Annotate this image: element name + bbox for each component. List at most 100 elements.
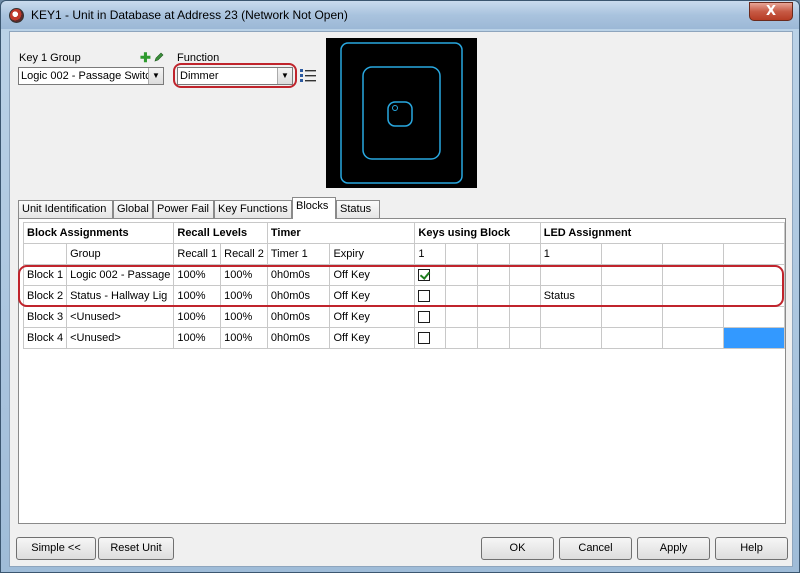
tab-power-fail[interactable]: Power Fail — [153, 200, 214, 219]
group-cell[interactable]: Logic 002 - Passage — [66, 264, 175, 286]
led-cell[interactable] — [723, 306, 785, 328]
group-cell[interactable]: <Unused> — [66, 327, 175, 349]
led-cell[interactable] — [723, 285, 785, 307]
key1-cell[interactable] — [414, 306, 447, 328]
key1-col-header: 1 — [414, 243, 447, 265]
led1-col-header: 1 — [539, 243, 603, 265]
led-cell[interactable] — [662, 327, 725, 349]
tab-blocks[interactable]: Blocks — [292, 197, 336, 219]
key1-checkbox[interactable] — [418, 332, 431, 345]
key1-checkbox[interactable] — [418, 269, 431, 282]
chevron-down-icon[interactable]: ▼ — [148, 68, 163, 84]
led-cell[interactable] — [723, 264, 785, 286]
led-color-swatch[interactable] — [723, 327, 785, 349]
pencil-icon[interactable] — [154, 52, 164, 62]
timer1-cell[interactable]: 0h0m0s — [266, 327, 331, 349]
key-cell[interactable] — [508, 264, 541, 286]
group-col-header: Group — [66, 243, 175, 265]
dialog-client-area: Key 1 Group ✚ Logic 002 - Passage Switch… — [9, 31, 793, 567]
block-name-cell: Block 4 — [22, 327, 68, 349]
led-col-header — [601, 243, 664, 265]
key1-cell[interactable] — [414, 285, 447, 307]
help-button[interactable]: Help — [715, 537, 788, 560]
table-row[interactable]: Block 1 Logic 002 - Passage 100% 100% 0h… — [22, 264, 785, 286]
led-cell[interactable] — [662, 306, 725, 328]
timer1-cell[interactable]: 0h0m0s — [266, 264, 331, 286]
key-col-header — [445, 243, 479, 265]
key-cell[interactable] — [445, 327, 479, 349]
list-icon[interactable] — [300, 69, 316, 83]
expiry-cell[interactable]: Off Key — [329, 285, 416, 307]
led-cell[interactable] — [601, 285, 664, 307]
block-name-cell: Block 1 — [22, 264, 68, 286]
tab-unit-identification[interactable]: Unit Identification — [18, 200, 113, 219]
key-cell[interactable] — [445, 306, 479, 328]
simple-button[interactable]: Simple << — [16, 537, 96, 560]
recall2-col-header: Recall 2 — [220, 243, 268, 265]
led-col-header — [662, 243, 725, 265]
plus-icon[interactable]: ✚ — [140, 51, 151, 64]
recall1-cell[interactable]: 100% — [173, 306, 222, 328]
table-row[interactable]: Block 2 Status - Hallway Lig 100% 100% 0… — [22, 285, 785, 307]
title-bar[interactable]: KEY1 - Unit in Database at Address 23 (N… — [1, 1, 799, 29]
key-col-header — [508, 243, 541, 265]
key-cell[interactable] — [477, 264, 510, 286]
recall2-cell[interactable]: 100% — [220, 306, 268, 328]
key1-cell[interactable] — [414, 264, 447, 286]
led-cell[interactable] — [601, 306, 664, 328]
key-cell[interactable] — [477, 306, 510, 328]
key1-cell[interactable] — [414, 327, 447, 349]
led-cell[interactable] — [662, 264, 725, 286]
close-button[interactable]: X — [749, 2, 793, 21]
key-group-select[interactable]: Logic 002 - Passage Switch ▼ — [18, 67, 164, 85]
led-cell[interactable] — [539, 327, 603, 349]
key1-checkbox[interactable] — [418, 311, 431, 324]
recall2-cell[interactable]: 100% — [220, 285, 268, 307]
app-icon — [9, 8, 24, 23]
ok-button[interactable]: OK — [481, 537, 554, 560]
led-cell[interactable] — [539, 264, 603, 286]
timer1-cell[interactable]: 0h0m0s — [266, 285, 331, 307]
tab-status[interactable]: Status — [336, 200, 380, 219]
cancel-button[interactable]: Cancel — [559, 537, 632, 560]
group-header-row: Block Assignments Recall Levels Timer Ke… — [22, 222, 786, 244]
led-cell[interactable] — [539, 306, 603, 328]
key-cell[interactable] — [477, 327, 510, 349]
block-col-header — [22, 243, 68, 265]
recall1-cell[interactable]: 100% — [173, 285, 222, 307]
recall2-cell[interactable]: 100% — [220, 264, 268, 286]
led-cell[interactable] — [601, 264, 664, 286]
group-cell[interactable]: <Unused> — [66, 306, 175, 328]
table-row[interactable]: Block 4 <Unused> 100% 100% 0h0m0s Off Ke… — [22, 327, 785, 349]
recall1-cell[interactable]: 100% — [173, 327, 222, 349]
key-cell[interactable] — [445, 264, 479, 286]
recall2-cell[interactable]: 100% — [220, 327, 268, 349]
key-cell[interactable] — [508, 306, 541, 328]
keyplate-preview — [326, 38, 477, 188]
apply-button[interactable]: Apply — [637, 537, 710, 560]
key-cell[interactable] — [445, 285, 479, 307]
key-cell[interactable] — [477, 285, 510, 307]
led-cell[interactable] — [601, 327, 664, 349]
keys-using-block-header: Keys using Block — [414, 222, 541, 244]
led-cell[interactable]: Status — [539, 285, 603, 307]
key-cell[interactable] — [508, 327, 541, 349]
table-row[interactable]: Block 3 <Unused> 100% 100% 0h0m0s Off Ke… — [22, 306, 785, 328]
recall1-cell[interactable]: 100% — [173, 264, 222, 286]
expiry-cell[interactable]: Off Key — [329, 264, 416, 286]
key1-checkbox[interactable] — [418, 290, 431, 303]
expiry-cell[interactable]: Off Key — [329, 327, 416, 349]
tab-key-functions[interactable]: Key Functions — [214, 200, 292, 219]
tab-global[interactable]: Global — [113, 200, 153, 219]
blocks-panel: Block Assignments Recall Levels Timer Ke… — [18, 218, 786, 524]
key-cell[interactable] — [508, 285, 541, 307]
timer1-cell[interactable]: 0h0m0s — [266, 306, 331, 328]
blocks-grid: Block Assignments Recall Levels Timer Ke… — [22, 222, 786, 349]
dialog-window: KEY1 - Unit in Database at Address 23 (N… — [0, 0, 800, 573]
led-cell[interactable] — [662, 285, 725, 307]
key-group-label: Key 1 Group — [19, 52, 81, 64]
keyplate-drawing — [340, 42, 463, 184]
expiry-cell[interactable]: Off Key — [329, 306, 416, 328]
group-cell[interactable]: Status - Hallway Lig — [66, 285, 175, 307]
reset-unit-button[interactable]: Reset Unit — [98, 537, 174, 560]
